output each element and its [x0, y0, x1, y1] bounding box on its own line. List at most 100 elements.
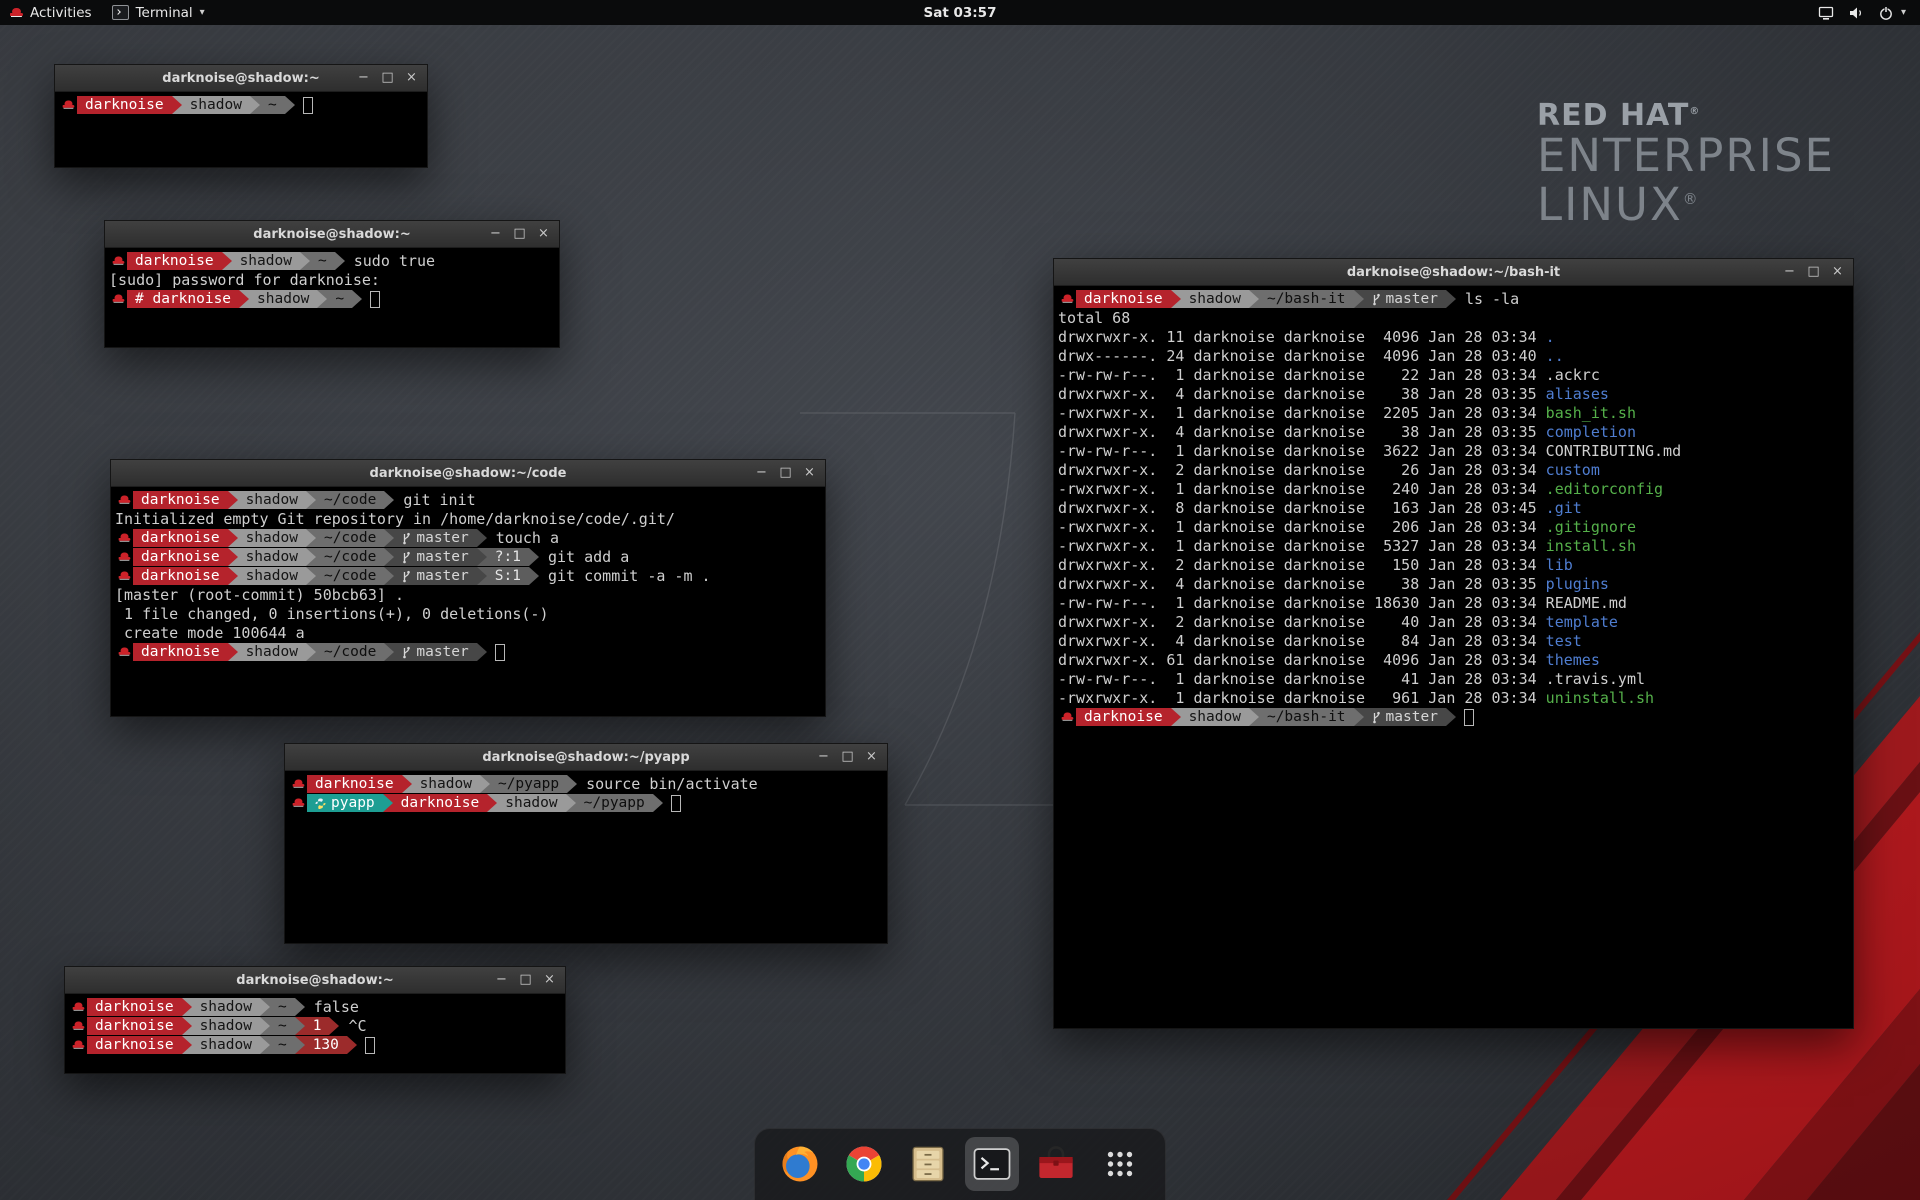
prompt-segment-exit: 1	[305, 1017, 330, 1035]
prompt-segment-host: shadow	[192, 1017, 260, 1035]
close-button[interactable]: ×	[803, 460, 816, 486]
powerline-arrow-icon	[182, 1017, 192, 1035]
prompt-segment-user: darknoise	[77, 96, 172, 114]
maximize-button[interactable]: □	[513, 221, 526, 247]
minimize-button[interactable]: −	[495, 967, 508, 993]
terminal-text: git commit -a -m .	[539, 567, 711, 586]
terminal-content[interactable]: darknoiseshadow~/code git initInitialize…	[111, 487, 825, 666]
powerline-arrow-icon	[1249, 290, 1259, 308]
maximize-button[interactable]: □	[381, 65, 394, 91]
powerline-arrow-icon	[228, 529, 238, 547]
powerline-arrow-icon	[306, 529, 316, 547]
maximize-button[interactable]: □	[1807, 259, 1820, 285]
powerline-arrow-icon	[384, 567, 394, 585]
terminal-text: .gitignore	[1546, 518, 1636, 537]
terminal-text: -rwxrwxr-x. 1 darknoise darknoise 2205 J…	[1058, 404, 1546, 423]
prompt-segment-path: ~	[260, 96, 285, 114]
terminal-text: ls -la	[1456, 290, 1519, 309]
terminal-text: custom	[1546, 461, 1600, 480]
window-titlebar[interactable]: darknoise@shadow:~/pyapp − □ ×	[285, 744, 887, 771]
terminal-line: drwxrwxr-x. 2 darknoise darknoise 26 Jan…	[1058, 461, 1849, 480]
window-titlebar[interactable]: darknoise@shadow:~/code − □ ×	[111, 460, 825, 487]
minimize-button[interactable]: −	[357, 65, 370, 91]
close-button[interactable]: ×	[543, 967, 556, 993]
terminal-content[interactable]: darknoiseshadow~/pyapp source bin/activa…	[285, 771, 887, 817]
close-button[interactable]: ×	[405, 65, 418, 91]
powerline-arrow-icon	[1446, 290, 1456, 308]
window-title: darknoise@shadow:~	[65, 973, 565, 988]
powerline-arrow-icon	[306, 567, 316, 585]
powerline-arrow-icon	[567, 775, 577, 793]
terminal-content[interactable]: darknoiseshadow~/bash-itmaster ls -latot…	[1054, 286, 1853, 731]
maximize-button[interactable]: □	[779, 460, 792, 486]
terminal-line: drwxrwxr-x. 4 darknoise darknoise 38 Jan…	[1058, 575, 1849, 594]
terminal-window-code[interactable]: darknoise@shadow:~/code − □ × darknoise s…	[110, 459, 826, 717]
close-button[interactable]: ×	[865, 744, 878, 770]
redhat-icon	[115, 491, 133, 509]
powerline-arrow-icon	[1446, 708, 1456, 726]
terminal-line: Initialized empty Git repository in /hom…	[115, 510, 821, 529]
powerline-arrow-icon	[352, 290, 362, 308]
terminal-window-sudo[interactable]: darknoise@shadow:~ − □ × darknoiseshadow…	[104, 220, 560, 348]
dock-item-toolbox[interactable]	[1029, 1137, 1083, 1191]
maximize-button[interactable]: □	[841, 744, 854, 770]
redhat-icon	[115, 529, 133, 547]
branch-icon	[1372, 293, 1381, 306]
terminal-line: drwxrwxr-x. 2 darknoise darknoise 150 Ja…	[1058, 556, 1849, 575]
prompt-segment-user: darknoise	[133, 548, 228, 566]
terminal-content[interactable]: darknoiseshadow~ sudo true[sudo] passwor…	[105, 248, 559, 313]
dock-item-firefox[interactable]	[773, 1137, 827, 1191]
terminal-line: -rwxrwxr-x. 1 darknoise darknoise 240 Ja…	[1058, 480, 1849, 499]
terminal-window-pyapp[interactable]: darknoise@shadow:~/pyapp − □ × darknoise…	[284, 743, 888, 944]
clock[interactable]: Sat 03:57	[924, 5, 997, 21]
window-titlebar[interactable]: darknoise@shadow:~ − □ ×	[55, 65, 427, 92]
redhat-icon	[109, 290, 127, 308]
terminal-line: pyappdarknoiseshadow~/pyapp	[289, 794, 883, 813]
close-button[interactable]: ×	[537, 221, 550, 247]
prompt-segment-host: shadow	[182, 96, 250, 114]
terminal-text: install.sh	[1546, 537, 1636, 556]
minimize-button[interactable]: −	[755, 460, 768, 486]
window-titlebar[interactable]: darknoise@shadow:~/bash-it − □ ×	[1054, 259, 1853, 286]
activities-button[interactable]: Activities	[10, 5, 92, 21]
powerline-arrow-icon	[228, 548, 238, 566]
terminal-line: -rwxrwxr-x. 1 darknoise darknoise 206 Ja…	[1058, 518, 1849, 537]
redhat-icon	[59, 96, 77, 114]
prompt-segment-host: shadow	[238, 529, 306, 547]
files-icon	[907, 1143, 949, 1185]
minimize-button[interactable]: −	[489, 221, 502, 247]
minimize-button[interactable]: −	[1783, 259, 1796, 285]
terminal-text: drwxrwxr-x. 2 darknoise darknoise 26 Jan…	[1058, 461, 1546, 480]
cursor-block	[303, 97, 313, 114]
prompt-segment-git: master	[394, 643, 476, 661]
dock-item-chrome[interactable]	[837, 1137, 891, 1191]
window-titlebar[interactable]: darknoise@shadow:~ − □ ×	[105, 221, 559, 248]
terminal-content[interactable]: darknoiseshadow~ falsedarknoiseshadow~1 …	[65, 994, 565, 1059]
terminal-window-home-1[interactable]: darknoise@shadow:~ − □ × darknoise shadow…	[54, 64, 428, 168]
power-menu-button[interactable]: ▾	[1878, 5, 1906, 21]
powerline-arrow-icon	[182, 1036, 192, 1054]
dock-item-show-applications[interactable]	[1093, 1137, 1147, 1191]
powerline-arrow-icon	[228, 567, 238, 585]
prompt-segment-user: darknoise	[1076, 708, 1171, 726]
volume-icon[interactable]	[1848, 5, 1864, 21]
close-button[interactable]: ×	[1831, 259, 1844, 285]
terminal-window-bash-it[interactable]: darknoise@shadow:~/bash-it − □ × darknoi…	[1053, 258, 1854, 1029]
app-menu-terminal[interactable]: Terminal ▾	[112, 5, 205, 21]
display-status-icon[interactable]	[1818, 5, 1834, 21]
chevron-down-icon: ▾	[1901, 7, 1906, 18]
prompt-segment-user: darknoise	[133, 491, 228, 509]
terminal-text: aliases	[1546, 385, 1609, 404]
terminal-window-home-2[interactable]: darknoise@shadow:~ − □ × darknoiseshadow…	[64, 966, 566, 1074]
powerline-arrow-icon	[383, 794, 393, 812]
maximize-button[interactable]: □	[519, 967, 532, 993]
dock-item-files[interactable]	[901, 1137, 955, 1191]
dock-item-terminal[interactable]	[965, 1137, 1019, 1191]
branch-icon	[402, 570, 411, 583]
minimize-button[interactable]: −	[817, 744, 830, 770]
window-titlebar[interactable]: darknoise@shadow:~ − □ ×	[65, 967, 565, 994]
terminal-text: sudo true	[345, 252, 435, 271]
prompt-segment-path: ~/code	[316, 548, 384, 566]
terminal-content[interactable]: darknoise shadow ~	[55, 92, 427, 119]
powerline-arrow-icon	[1354, 708, 1364, 726]
